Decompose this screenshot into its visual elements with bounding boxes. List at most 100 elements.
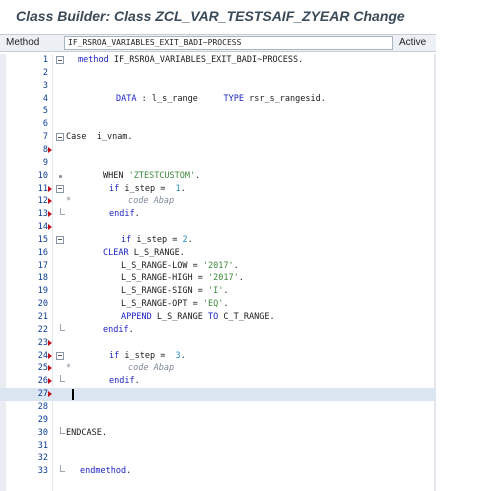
code-text[interactable]: CLEAR L_S_RANGE.	[103, 247, 185, 260]
code-line[interactable]: 8	[0, 144, 436, 157]
code-line[interactable]: 4 DATA : l_s_range TYPE rsr_s_rangesid.	[0, 93, 436, 106]
code-text[interactable]: endif.	[109, 208, 140, 221]
breakpoint-marker-icon[interactable]	[48, 378, 52, 385]
code-token: endmethod	[80, 466, 127, 477]
code-line[interactable]: 27	[0, 388, 436, 401]
code-text[interactable]: DATA : l_s_range TYPE rsr_s_rangesid.	[116, 93, 326, 106]
code-token: endif	[109, 209, 135, 220]
code-line[interactable]: 22 endif.	[0, 323, 436, 337]
code-token: Case	[66, 132, 87, 143]
code-token: L_S_RANGE-SIGN =	[121, 286, 208, 297]
code-text[interactable]: endmethod.	[80, 465, 131, 478]
code-token: .	[223, 299, 229, 310]
breakpoint-marker-icon[interactable]	[48, 185, 52, 192]
breakpoint-marker-icon[interactable]	[48, 211, 52, 218]
line-number: 27	[37, 389, 48, 400]
code-text[interactable]: if i_step = 1.	[109, 183, 186, 196]
code-token: .	[233, 260, 239, 271]
code-text[interactable]: method IF_RSROA_VARIABLES_EXIT_BADI~PROC…	[78, 54, 303, 67]
code-line[interactable]: 30 ENDCASE.	[0, 426, 436, 440]
code-line[interactable]: 12 * code Abap	[0, 195, 436, 208]
breakpoint-marker-icon[interactable]	[48, 198, 52, 205]
line-number: 10	[37, 170, 48, 181]
line-number: 20	[37, 299, 48, 310]
code-text[interactable]: endif.	[103, 324, 134, 337]
breakpoint-marker-icon[interactable]	[48, 391, 52, 398]
code-line[interactable]: 28	[0, 401, 436, 414]
line-number: 7	[42, 132, 48, 143]
code-text[interactable]: Case i_vnam.	[66, 131, 133, 144]
code-token: i_step =	[119, 350, 176, 361]
line-number: 1	[42, 55, 48, 65]
code-token: endif	[103, 324, 129, 335]
breakpoint-marker-icon[interactable]	[48, 146, 52, 153]
code-line[interactable]: 14	[0, 221, 436, 234]
line-number: 9	[42, 157, 48, 168]
breakpoint-marker-icon[interactable]	[48, 339, 52, 346]
block-guide-line	[60, 323, 61, 331]
collapse-block-icon[interactable]	[56, 133, 64, 142]
code-line[interactable]: 10 WHEN 'ZTESTCUSTOM'.	[0, 170, 436, 183]
code-text[interactable]: L_S_RANGE-OPT = 'EQ'.	[121, 298, 229, 311]
code-text[interactable]: L_S_RANGE-HIGH = '2017'.	[121, 272, 244, 285]
collapse-block-icon[interactable]	[56, 235, 64, 244]
line-number: 19	[37, 286, 48, 297]
breakpoint-marker-icon[interactable]	[48, 224, 52, 231]
code-text[interactable]: if i_step = 2.	[121, 234, 193, 247]
code-line[interactable]: 11 if i_step = 1.	[0, 183, 436, 196]
code-token: L_S_RANGE	[151, 312, 209, 322]
code-editor[interactable]: 1 method IF_RSROA_VARIABLES_EXIT_BADI~PRO…	[0, 54, 436, 491]
code-line[interactable]: 16 CLEAR L_S_RANGE.	[0, 247, 436, 260]
code-line[interactable]: 6	[0, 118, 436, 131]
code-line[interactable]: 20 L_S_RANGE-OPT = 'EQ'.	[0, 298, 436, 311]
collapse-block-icon[interactable]	[56, 184, 64, 193]
code-token: code Abap	[128, 196, 175, 207]
code-line[interactable]: 26 endif.	[0, 375, 436, 388]
code-line[interactable]: 19 L_S_RANGE-SIGN = 'I'.	[0, 285, 436, 298]
code-text[interactable]: if i_step = 3.	[109, 350, 186, 363]
code-line[interactable]: 13 endif.	[0, 208, 436, 221]
comment-asterisk: *	[66, 196, 72, 207]
line-number: 4	[42, 93, 48, 104]
code-token: i_vnam.	[86, 132, 133, 143]
code-line[interactable]: 18 L_S_RANGE-HIGH = '2017'.	[0, 272, 436, 285]
code-text[interactable]: code Abap	[128, 195, 174, 208]
code-line[interactable]: 5	[0, 105, 436, 118]
code-line[interactable]: 29	[0, 414, 436, 427]
code-text[interactable]: WHEN 'ZTESTCUSTOM'.	[103, 170, 200, 183]
method-name-field[interactable]: IF_RSROA_VARIABLES_EXIT_BADI~PROCESS	[64, 36, 393, 50]
code-text[interactable]: L_S_RANGE-SIGN = 'I'.	[121, 285, 228, 298]
code-text[interactable]: endif.	[109, 375, 140, 388]
code-token: .	[134, 209, 140, 220]
code-line[interactable]: 2	[0, 67, 436, 80]
comment-asterisk: *	[66, 363, 72, 374]
code-line[interactable]: 21 APPEND L_S_RANGE TO C_T_RANGE.	[0, 311, 436, 324]
code-text[interactable]: APPEND L_S_RANGE TO C_T_RANGE.	[121, 311, 275, 324]
code-line[interactable]: 31	[0, 440, 436, 453]
code-text[interactable]: L_S_RANGE-LOW = '2017'.	[121, 260, 239, 273]
code-line[interactable]: 24 if i_step = 3.	[0, 350, 436, 363]
collapse-block-icon[interactable]	[56, 351, 64, 360]
code-line[interactable]: 9	[0, 157, 436, 170]
code-token: method	[78, 55, 109, 65]
code-line[interactable]: 7 Case i_vnam.	[0, 131, 436, 144]
code-text[interactable]: ENDCASE.	[66, 427, 107, 440]
code-token: '2017'	[208, 273, 239, 284]
code-line[interactable]: 23	[0, 337, 436, 350]
code-text[interactable]: code Abap	[128, 362, 174, 375]
code-line[interactable]: 1 method IF_RSROA_VARIABLES_EXIT_BADI~PRO…	[0, 54, 436, 67]
code-line[interactable]: 17 L_S_RANGE-LOW = '2017'.	[0, 260, 436, 273]
code-line[interactable]: 33 endmethod.	[0, 465, 436, 478]
code-token: i_step =	[119, 183, 176, 194]
breakpoint-marker-icon[interactable]	[48, 352, 52, 359]
code-token: 'I'	[208, 286, 224, 297]
breakpoint-marker-icon[interactable]	[48, 365, 52, 372]
code-token: C_T_RANGE.	[218, 312, 275, 322]
code-token: CLEAR	[103, 247, 129, 258]
code-line[interactable]: 32	[0, 452, 436, 465]
collapse-block-icon[interactable]	[56, 56, 64, 64]
code-line[interactable]: 3	[0, 80, 436, 93]
code-token: ENDCASE	[66, 427, 102, 438]
code-line[interactable]: 25 * code Abap	[0, 362, 436, 375]
code-line[interactable]: 15 if i_step = 2.	[0, 234, 436, 247]
